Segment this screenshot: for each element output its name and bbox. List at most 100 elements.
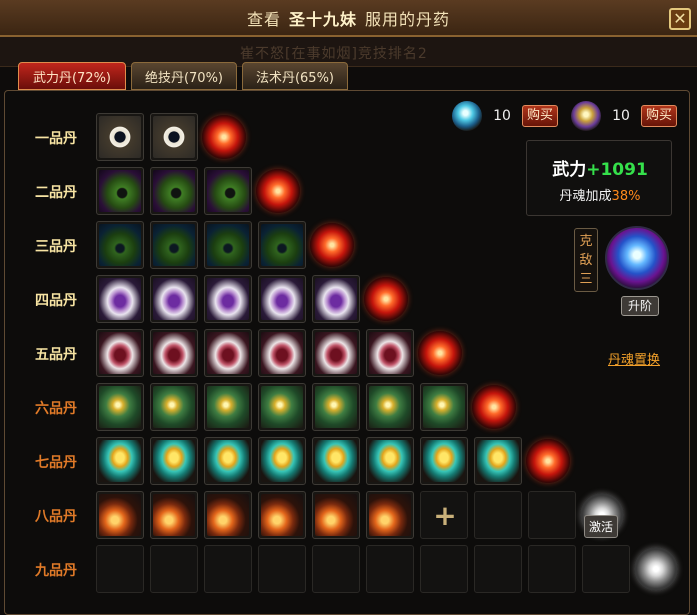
pill-slot[interactable] bbox=[258, 329, 306, 377]
pill-slot[interactable] bbox=[96, 437, 144, 485]
jade-box-icon bbox=[423, 386, 465, 428]
pill-slot[interactable] bbox=[204, 491, 252, 539]
pill-slot[interactable] bbox=[312, 329, 360, 377]
pill-slot[interactable] bbox=[96, 329, 144, 377]
herb-leaf-blue-icon bbox=[99, 224, 141, 266]
title-prefix: 查看 bbox=[246, 9, 281, 29]
pill-slot[interactable] bbox=[204, 383, 252, 431]
empty-pill-slot[interactable] bbox=[528, 491, 576, 539]
empty-pill-slot[interactable] bbox=[582, 545, 630, 593]
red-fire-orb-icon[interactable] bbox=[526, 439, 570, 483]
activate-button[interactable]: 激活 bbox=[584, 515, 619, 538]
empty-pill-slot[interactable] bbox=[258, 545, 306, 593]
grade-label: 四品丹 bbox=[35, 293, 77, 309]
red-fire-orb-icon[interactable] bbox=[418, 331, 462, 375]
gold-pouch-icon bbox=[571, 101, 601, 131]
pill-slot[interactable] bbox=[474, 437, 522, 485]
pill-slot[interactable] bbox=[204, 275, 252, 323]
empty-pill-slot[interactable] bbox=[420, 545, 468, 593]
purple-pill-dish-icon bbox=[153, 278, 195, 320]
pill-slot[interactable] bbox=[312, 437, 360, 485]
empty-pill-slot[interactable] bbox=[474, 491, 522, 539]
pill-slot[interactable] bbox=[150, 275, 198, 323]
tab-skill-pill[interactable]: 绝技丹(70%) bbox=[131, 62, 237, 90]
herb-leaf-icon bbox=[207, 170, 249, 212]
empty-pill-slot[interactable] bbox=[150, 545, 198, 593]
empty-pill-slot[interactable] bbox=[528, 545, 576, 593]
red-fire-orb-icon[interactable] bbox=[310, 223, 354, 267]
pill-slot[interactable] bbox=[96, 167, 144, 215]
kedi-label: 克 敌 三 bbox=[575, 232, 597, 289]
golden-cauldron-icon bbox=[423, 440, 465, 482]
golden-cauldron-icon bbox=[207, 440, 249, 482]
pill-slot[interactable] bbox=[150, 491, 198, 539]
red-fire-orb-icon[interactable] bbox=[256, 169, 300, 213]
grade-label: 五品丹 bbox=[35, 347, 77, 363]
empty-pill-slot[interactable] bbox=[474, 545, 522, 593]
pill-slot[interactable] bbox=[150, 167, 198, 215]
soul-swap-link[interactable]: 丹魂置换 bbox=[608, 349, 660, 368]
grade-label: 九品丹 bbox=[35, 563, 77, 579]
pill-slot[interactable] bbox=[204, 167, 252, 215]
pill-slot[interactable] bbox=[258, 491, 306, 539]
pill-slot[interactable] bbox=[258, 221, 306, 269]
pill-slot[interactable] bbox=[366, 437, 414, 485]
golden-cauldron-icon bbox=[315, 440, 357, 482]
pill-slot[interactable] bbox=[258, 383, 306, 431]
grade-label: 二品丹 bbox=[35, 185, 77, 201]
pill-slot[interactable] bbox=[96, 275, 144, 323]
pill-slot[interactable] bbox=[366, 329, 414, 377]
title-bar[interactable]: 查看 圣十九妹 服用的丹药 ✕ bbox=[0, 0, 697, 37]
pill-slot[interactable] bbox=[96, 383, 144, 431]
pill-slot[interactable] bbox=[96, 221, 144, 269]
close-button[interactable]: ✕ bbox=[669, 8, 691, 30]
pill-slot[interactable] bbox=[150, 383, 198, 431]
empty-pill-slot[interactable] bbox=[96, 545, 144, 593]
buy-crystal-button[interactable]: 购买 bbox=[522, 105, 559, 127]
red-fire-orb-icon[interactable] bbox=[472, 385, 516, 429]
herb-leaf-blue-icon bbox=[153, 224, 195, 266]
tab-label: 法术丹(65%) bbox=[255, 70, 335, 86]
resource-crystal: 10 购买 bbox=[452, 101, 559, 131]
pill-slot[interactable] bbox=[150, 221, 198, 269]
kedi-tag: 克 敌 三 bbox=[574, 228, 598, 292]
pill-slot[interactable] bbox=[420, 437, 468, 485]
crystal-count: 10 bbox=[493, 108, 511, 124]
pill-slot[interactable] bbox=[96, 113, 144, 161]
red-fire-orb-icon[interactable] bbox=[202, 115, 246, 159]
add-pill-slot[interactable]: + bbox=[420, 491, 468, 539]
pill-slot[interactable] bbox=[258, 275, 306, 323]
tab-label: 绝技丹(70%) bbox=[144, 70, 224, 86]
purple-pill-dish-icon bbox=[207, 278, 249, 320]
upgrade-orb-icon[interactable] bbox=[605, 226, 669, 290]
pill-slot[interactable] bbox=[150, 113, 198, 161]
pill-slot[interactable] bbox=[204, 437, 252, 485]
pill-slot[interactable] bbox=[420, 383, 468, 431]
pill-slot[interactable] bbox=[312, 383, 360, 431]
pill-slot[interactable] bbox=[366, 383, 414, 431]
white-swirl-orb-icon[interactable] bbox=[634, 547, 678, 591]
upgrade-button[interactable]: 升阶 bbox=[621, 296, 659, 316]
stat-name: 武力 bbox=[552, 160, 587, 180]
grade-label: 一品丹 bbox=[35, 131, 77, 147]
pill-slot[interactable] bbox=[312, 275, 360, 323]
pill-slot[interactable] bbox=[204, 329, 252, 377]
stat-line: 武力+1091 bbox=[527, 155, 673, 180]
empty-pill-slot[interactable] bbox=[366, 545, 414, 593]
pill-slot[interactable] bbox=[258, 437, 306, 485]
buy-pouch-button[interactable]: 购买 bbox=[641, 105, 678, 127]
pill-slot[interactable] bbox=[366, 491, 414, 539]
pill-slot[interactable] bbox=[312, 491, 360, 539]
herb-leaf-icon bbox=[99, 170, 141, 212]
tab-strength-pill[interactable]: 武力丹(72%) bbox=[18, 62, 126, 90]
pill-slot[interactable] bbox=[150, 437, 198, 485]
empty-pill-slot[interactable] bbox=[204, 545, 252, 593]
purple-pill-dish-icon bbox=[261, 278, 303, 320]
orange-fire-orb-icon[interactable] bbox=[364, 277, 408, 321]
empty-pill-slot[interactable] bbox=[312, 545, 360, 593]
tab-magic-pill[interactable]: 法术丹(65%) bbox=[242, 62, 348, 90]
background-text: 崔不怒[在事如烟]竞技排名2 bbox=[240, 46, 428, 62]
pill-slot[interactable] bbox=[150, 329, 198, 377]
pill-slot[interactable] bbox=[204, 221, 252, 269]
pill-slot[interactable] bbox=[96, 491, 144, 539]
